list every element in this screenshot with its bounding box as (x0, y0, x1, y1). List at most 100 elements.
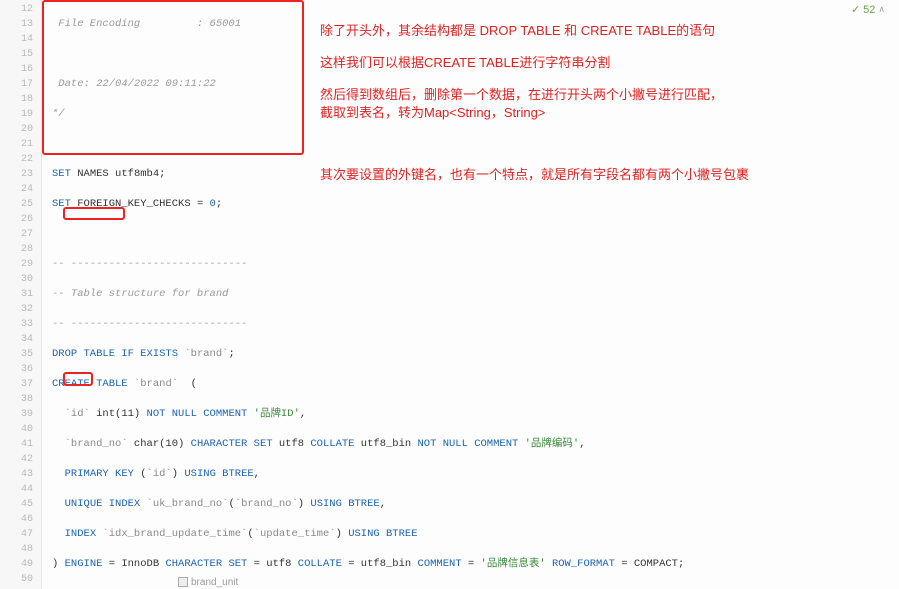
line-number: 46 (0, 512, 33, 527)
value: utf8_bin (354, 438, 417, 450)
line-number: 42 (0, 452, 33, 467)
comma: , (254, 468, 260, 480)
value: utf8_bin (361, 558, 418, 570)
line-number: 40 (0, 422, 33, 437)
comment: -- ---------------------------- (52, 258, 247, 270)
keyword: USING BTREE (184, 468, 253, 480)
paren: ) (298, 498, 311, 510)
line-number: 19 (0, 107, 33, 122)
keyword: INDEX (65, 528, 97, 540)
line-number: 36 (0, 362, 33, 377)
ident: `brand` (134, 378, 178, 390)
keyword: USING BTREE (310, 498, 379, 510)
keyword: COLLATE (298, 558, 342, 570)
line-number: 47 (0, 527, 33, 542)
line-number: 22 (0, 152, 33, 167)
semi: ; (678, 558, 684, 570)
annotation-text-2: 这样我们可以根据CREATE TABLE进行字符串分割 (320, 54, 610, 72)
keyword: COMMENT (418, 558, 462, 570)
ident: `brand` (184, 348, 228, 360)
comment: Date: 22/04/2022 09:11:22 (52, 78, 216, 90)
ident: `update_time` (254, 528, 336, 540)
value: utf8 (273, 438, 311, 450)
keyword: DROP TABLE IF EXISTS (52, 348, 178, 360)
eq: = (342, 558, 361, 570)
line-number: 35 (0, 347, 33, 362)
comment: */ (52, 108, 65, 120)
comment: File Encoding : 65001 (52, 18, 241, 30)
type: int(11) (90, 408, 147, 420)
line-number: 31 (0, 287, 33, 302)
indent (52, 408, 65, 420)
annotation-text-3a: 然后得到数组后，删除第一个数据，在进行开头两个小撇号进行匹配， (320, 86, 723, 104)
value: utf8 (266, 558, 298, 570)
keyword: NOT NULL COMMENT (147, 408, 248, 420)
line-number: 18 (0, 92, 33, 107)
line-number: 27 (0, 227, 33, 242)
check-icon: ✓ (851, 3, 860, 16)
line-number: 24 (0, 182, 33, 197)
string: '品牌ID' (247, 408, 300, 420)
semi: ; (228, 348, 234, 360)
comma: , (380, 498, 386, 510)
line-number: 34 (0, 332, 33, 347)
annotation-text-1: 除了开头外，其余结构都是 DROP TABLE 和 CREATE TABLE的语… (320, 22, 715, 40)
line-number-gutter: 12 13 14 15 16 17 18 19 20 21 22 23 24 2… (0, 0, 42, 589)
ident: `brand_no` (65, 438, 128, 450)
problems-badge[interactable]: ✓ 52 ∧ (851, 3, 885, 16)
line-number: 43 (0, 467, 33, 482)
indent (52, 498, 65, 510)
value: COMPACT (634, 558, 678, 570)
keyword: ROW_FORMAT (546, 558, 615, 570)
string: '品牌信息表' (481, 558, 546, 570)
line-number: 28 (0, 242, 33, 257)
line-number: 17 (0, 77, 33, 92)
semi: ; (216, 198, 222, 210)
string: '品牌编码' (518, 438, 579, 450)
line-number: 49 (0, 557, 33, 572)
annotation-text-3b: 截取到表名，转为Map<String，String> (320, 104, 545, 122)
paren: ( (178, 378, 197, 390)
line-number: 13 (0, 17, 33, 32)
keyword: CHARACTER SET (165, 558, 247, 570)
line-number: 29 (0, 257, 33, 272)
paren: ) (172, 468, 185, 480)
ident: `id` (147, 468, 172, 480)
keyword: CREATE TABLE (52, 378, 128, 390)
ident: `brand_no` (235, 498, 298, 510)
line-number: 41 (0, 437, 33, 452)
table-icon (178, 577, 188, 587)
line-number: 38 (0, 392, 33, 407)
eq: = (102, 558, 121, 570)
ident: NAMES (77, 168, 109, 180)
keyword: USING BTREE (348, 528, 417, 540)
eq: = (615, 558, 634, 570)
comment: -- Table structure for brand (52, 288, 228, 300)
keyword: COLLATE (310, 438, 354, 450)
breadcrumb-status: brand_unit (178, 577, 238, 588)
line-number: 15 (0, 47, 33, 62)
line-number: 48 (0, 542, 33, 557)
eq: = (247, 558, 266, 570)
ident: FOREIGN_KEY_CHECKS (77, 198, 190, 210)
line-number: 23 (0, 167, 33, 182)
line-number: 44 (0, 482, 33, 497)
line-number: 30 (0, 272, 33, 287)
eq: = (462, 558, 481, 570)
annotation-text-4: 其次要设置的外键名，也有一个特点，就是所有字段名都有两个小撇号包裹 (320, 166, 749, 184)
line-number: 20 (0, 122, 33, 137)
indent (52, 528, 65, 540)
line-number: 12 (0, 2, 33, 17)
indent (52, 438, 65, 450)
line-number: 32 (0, 302, 33, 317)
line-number: 26 (0, 212, 33, 227)
line-number: 25 (0, 197, 33, 212)
line-number: 21 (0, 137, 33, 152)
keyword: UNIQUE INDEX (65, 498, 141, 510)
comment: -- ---------------------------- (52, 318, 247, 330)
keyword: SET (52, 168, 71, 180)
keyword: CHARACTER SET (191, 438, 273, 450)
semi: ; (159, 168, 165, 180)
comma: , (579, 438, 585, 450)
breadcrumb-text: brand_unit (191, 577, 238, 588)
